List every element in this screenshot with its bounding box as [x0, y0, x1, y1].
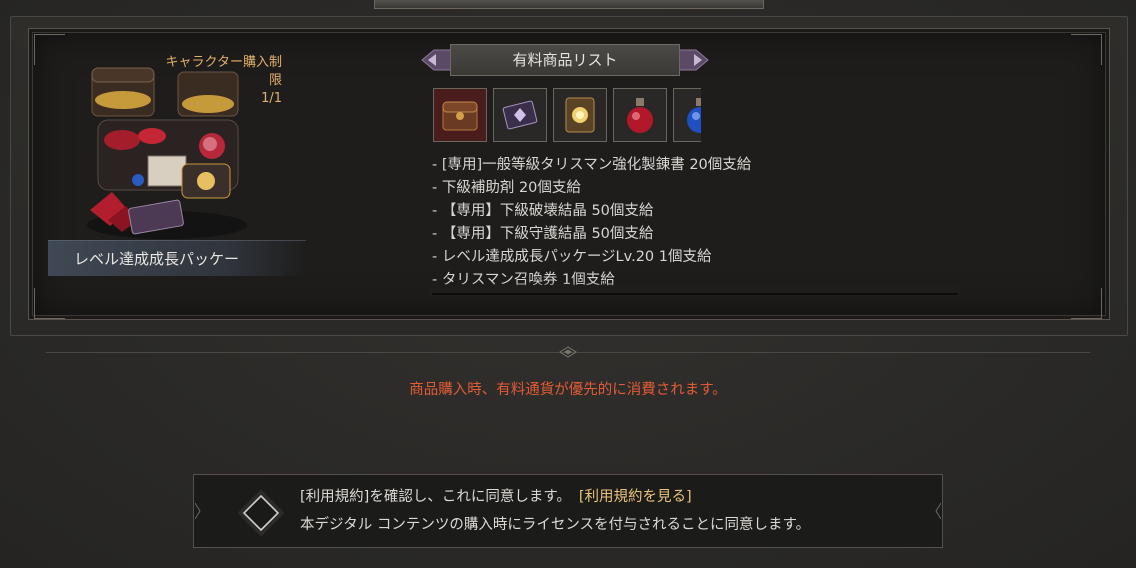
frame-corner — [1071, 34, 1102, 65]
reward-item-slots — [433, 88, 701, 144]
terms-checkbox[interactable] — [238, 490, 284, 536]
terms-edge-right-icon — [935, 502, 941, 520]
list-item: - [専用]一般等級タリスマン強化製錬書 20個支給 — [432, 157, 752, 173]
reward-slot[interactable] — [673, 88, 701, 142]
terms-agree-text: [利用規約]を確認し、これに同意します。 — [300, 489, 571, 505]
paid-list-banner: 有料商品リスト — [420, 44, 710, 76]
paid-list-title: 有料商品リスト — [450, 44, 680, 76]
list-scrollbar[interactable] — [432, 293, 958, 295]
reward-slot[interactable] — [433, 88, 487, 142]
list-item: - レベル達成成長パッケージLv.20 1個支給 — [432, 249, 712, 265]
reward-slot[interactable] — [493, 88, 547, 142]
currency-notice: 商品購入時、有料通貨が優先的に消費されます。 — [409, 382, 727, 398]
header-tab — [374, 0, 764, 9]
product-name: レベル達成成長パッケー — [48, 240, 306, 276]
blue-potion-icon — [687, 98, 701, 133]
purchase-dialog: キャラクター購入制 限 1/1 レベル達成成長パッケー 有料商品リスト - [専… — [0, 0, 1136, 568]
scroll-icon — [565, 97, 595, 133]
terms-line1: [利用規約]を確認し、これに同意します。 [利用規約を見る] — [300, 485, 692, 506]
view-terms-link[interactable]: [利用規約を見る] — [579, 489, 692, 505]
reward-slot[interactable] — [553, 88, 607, 142]
reward-list: - [専用]一般等級タリスマン強化製錬書 20個支給 - 下級補助剤 20個支給… — [432, 154, 962, 292]
frame-corner — [1071, 288, 1102, 319]
license-agree-text: 本デジタル コンテンツの購入時にライセンスを付与されることに同意します。 — [300, 517, 811, 533]
red-potion-icon — [627, 98, 653, 133]
frame-corner — [34, 288, 65, 319]
reward-slot[interactable] — [613, 88, 667, 142]
treasure-chest-icon — [442, 101, 478, 131]
purchase-limit-count: 1/1 — [261, 91, 282, 106]
list-item: - 【専用】下級破壊結晶 50個支給 — [432, 203, 654, 219]
purchase-limit-label-cont: 限 — [268, 73, 282, 88]
terms-edge-left-icon — [195, 502, 201, 520]
purchase-limit-label: キャラクター購入制 — [165, 55, 282, 70]
list-item: - 下級補助剤 20個支給 — [432, 180, 581, 196]
divider-ornament-icon — [559, 346, 577, 358]
talisman-card-icon — [502, 100, 538, 130]
purchase-limit: キャラクター購入制 限 1/1 — [132, 54, 282, 108]
frame-corner — [34, 34, 65, 65]
list-item: - 【専用】下級守護結晶 50個支給 — [432, 226, 654, 242]
